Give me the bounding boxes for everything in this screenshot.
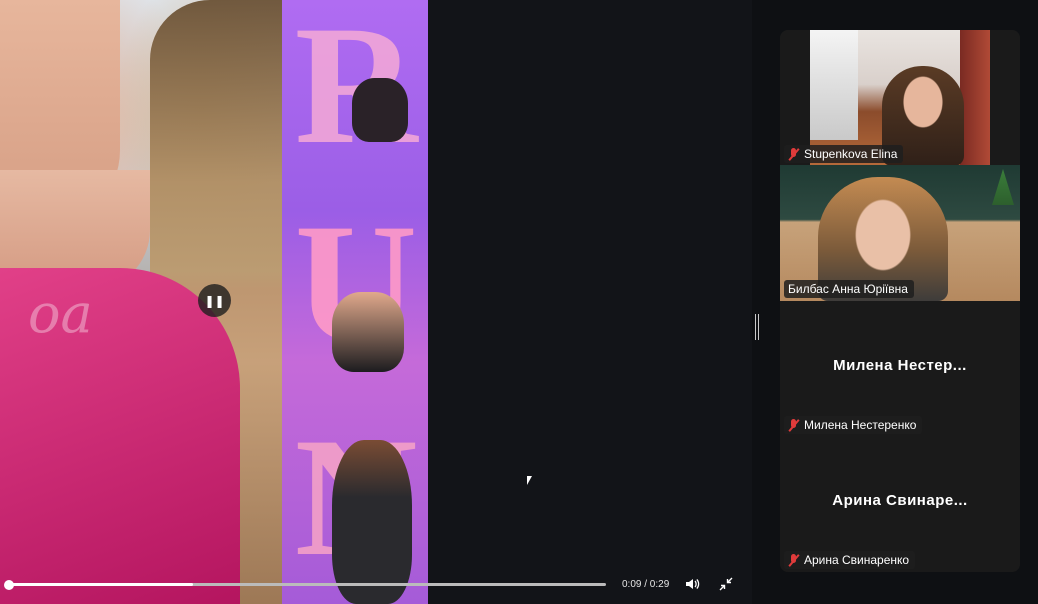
watermark: oa [28, 282, 93, 345]
playback-time: 0:09 / 0:29 [622, 579, 670, 590]
participant-name: Арина Свинаренко [804, 553, 910, 567]
participant-name: Милена Нестеренко [804, 418, 917, 432]
participant-tile[interactable]: Милена Нестер... Милена Нестеренко [780, 301, 1020, 437]
seek-thumb[interactable] [4, 580, 14, 590]
participant-name-label: Милена Нестеренко [784, 416, 923, 434]
curtain-shape [960, 30, 990, 166]
run-poster: R U N [282, 0, 428, 604]
video-controls: 0:09 / 0:29 [0, 570, 752, 604]
mic-muted-icon [788, 147, 800, 161]
runner-photo: oa [0, 0, 282, 604]
participant-name: Билбас Анна Юріївна [788, 282, 908, 296]
mouse-cursor [527, 476, 532, 485]
participant-display-name: Арина Свинаре... [832, 492, 968, 509]
participant-name-label: Арина Свинаренко [784, 551, 916, 569]
participant-name: Stupenkova Elina [804, 147, 898, 161]
participant-tile-active-speaker[interactable]: Билбас Анна Юріївна [780, 165, 1020, 301]
shared-screen[interactable]: oa R U N ❚❚ 0:09 / 0:29 [0, 0, 752, 604]
tree-shape [992, 169, 1014, 205]
panel-resize-handle[interactable] [755, 314, 759, 340]
participant-name-label: Билбас Анна Юріївна [784, 280, 914, 298]
athlete-figure-1 [352, 78, 408, 142]
participant-gallery: Stupenkova Elina Билбас Анна Юріївна Мил… [780, 30, 1020, 572]
speaker-icon[interactable] [684, 576, 700, 592]
mic-muted-icon [788, 418, 800, 432]
participant-name-label: Stupenkova Elina [784, 145, 904, 163]
exit-fullscreen-icon[interactable] [718, 576, 734, 592]
athlete-figure-2 [332, 292, 404, 372]
seek-bar[interactable] [8, 583, 606, 586]
pause-icon: ❚❚ [204, 293, 225, 308]
participant-tile[interactable]: Stupenkova Elina [780, 30, 1020, 166]
meeting-window: oa R U N ❚❚ 0:09 / 0:29 [0, 0, 1038, 604]
mic-muted-icon [788, 553, 800, 567]
participant-display-name: Милена Нестер... [833, 357, 967, 374]
pause-button[interactable]: ❚❚ [198, 284, 231, 317]
participant-tile[interactable]: Арина Свинаре... Арина Свинаренко [780, 436, 1020, 572]
seek-bar-fill [8, 583, 194, 586]
window-shape [810, 30, 858, 140]
poster-letter-r: R [286, 0, 426, 170]
